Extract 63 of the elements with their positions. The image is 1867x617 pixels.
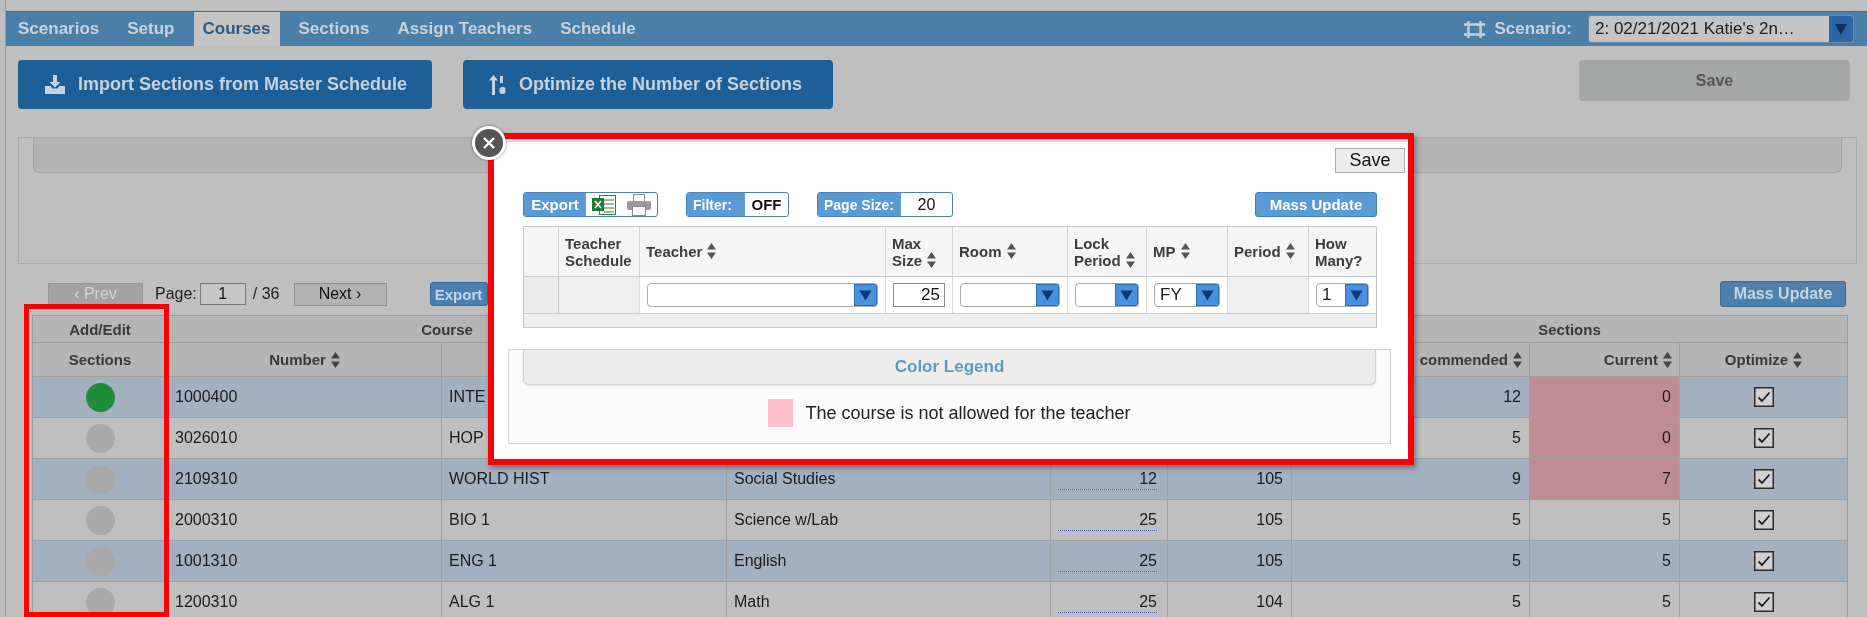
close-icon xyxy=(483,137,495,149)
select-field[interactable] xyxy=(1075,283,1139,307)
page-total: / 36 xyxy=(252,285,280,303)
table-cell: 1200310 xyxy=(168,582,442,617)
scenario-select[interactable]: 2: 02/21/2021 Katie's 2n… xyxy=(1588,15,1854,43)
number-field[interactable]: 25 xyxy=(1058,509,1157,531)
column-header[interactable]: Teacher xyxy=(640,227,886,276)
legend-text: The course is not allowed for the teacher xyxy=(805,402,1131,424)
select-field[interactable]: 1 xyxy=(1316,283,1369,307)
number-field[interactable]: 25 xyxy=(1058,591,1157,613)
save-button[interactable]: Save xyxy=(1335,148,1405,173)
scenario-label: Scenario: xyxy=(1494,19,1572,39)
checkbox[interactable] xyxy=(1753,510,1774,530)
number-field[interactable]: 25 xyxy=(893,283,945,307)
sort-arrow-icon xyxy=(489,74,506,95)
page-label: Page: xyxy=(155,285,197,303)
download-icon xyxy=(45,74,65,95)
table-cell: 0 xyxy=(1530,377,1680,417)
number-field[interactable]: 12 xyxy=(1058,468,1157,490)
select-field[interactable] xyxy=(647,283,878,307)
checkbox[interactable] xyxy=(1753,551,1774,571)
dropdown-arrow-icon xyxy=(1036,284,1059,306)
page-size-control[interactable]: Page Size: 20 xyxy=(817,192,953,217)
checkbox[interactable] xyxy=(1753,428,1774,448)
dropdown-arrow-icon xyxy=(1115,284,1138,306)
dropdown-arrow-icon xyxy=(854,284,877,306)
table-cell: 5 xyxy=(1530,582,1680,617)
column-group-header: Sections xyxy=(1537,319,1602,340)
spreadsheet-icon[interactable] xyxy=(592,193,616,216)
page-field[interactable]: 1 xyxy=(199,283,246,305)
column-group-header: Add/Edit xyxy=(33,316,168,342)
table-cell: 5 xyxy=(1292,582,1530,617)
column-header[interactable]: MP xyxy=(1147,227,1228,276)
close-button[interactable] xyxy=(472,126,506,160)
next-button[interactable]: Next › xyxy=(293,282,387,306)
select-field[interactable]: FY xyxy=(1154,283,1220,307)
checkbox[interactable] xyxy=(1753,387,1774,407)
import-button[interactable]: Import Sections from Master Schedule xyxy=(18,60,432,109)
table-cell: Math xyxy=(727,582,1051,617)
table-cell: 7 xyxy=(1530,459,1680,499)
table-cell: 0 xyxy=(1530,418,1680,458)
checkbox[interactable] xyxy=(1753,469,1774,489)
column-header[interactable]: Optimize xyxy=(1680,343,1847,376)
filter-button[interactable]: Filter: OFF xyxy=(686,192,789,217)
frame-icon xyxy=(1463,20,1485,38)
status-dot-icon[interactable] xyxy=(85,382,115,412)
column-header: How Many? xyxy=(1314,233,1364,271)
table-cell: 104 xyxy=(1168,582,1292,617)
column-header[interactable]: Lock Period xyxy=(1068,227,1147,276)
select-field[interactable] xyxy=(960,283,1060,307)
number-field[interactable]: 25 xyxy=(1058,550,1157,572)
tab[interactable]: Courses xyxy=(193,12,280,46)
column-header[interactable]: Room xyxy=(953,227,1068,276)
dropdown-arrow-icon xyxy=(1196,284,1219,306)
column-header[interactable]: Max Size xyxy=(886,227,953,276)
column-header[interactable]: Period xyxy=(1228,227,1309,276)
checkbox[interactable] xyxy=(1753,592,1774,612)
dropdown-arrow-icon xyxy=(1345,284,1368,306)
column-header: Teacher Schedule xyxy=(559,227,640,276)
printer-icon[interactable] xyxy=(627,193,651,216)
optimize-button[interactable]: Optimize the Number of Sections xyxy=(463,60,833,109)
table-cell: ALG 1 xyxy=(442,582,727,617)
legend-header: Color Legend xyxy=(523,350,1376,385)
